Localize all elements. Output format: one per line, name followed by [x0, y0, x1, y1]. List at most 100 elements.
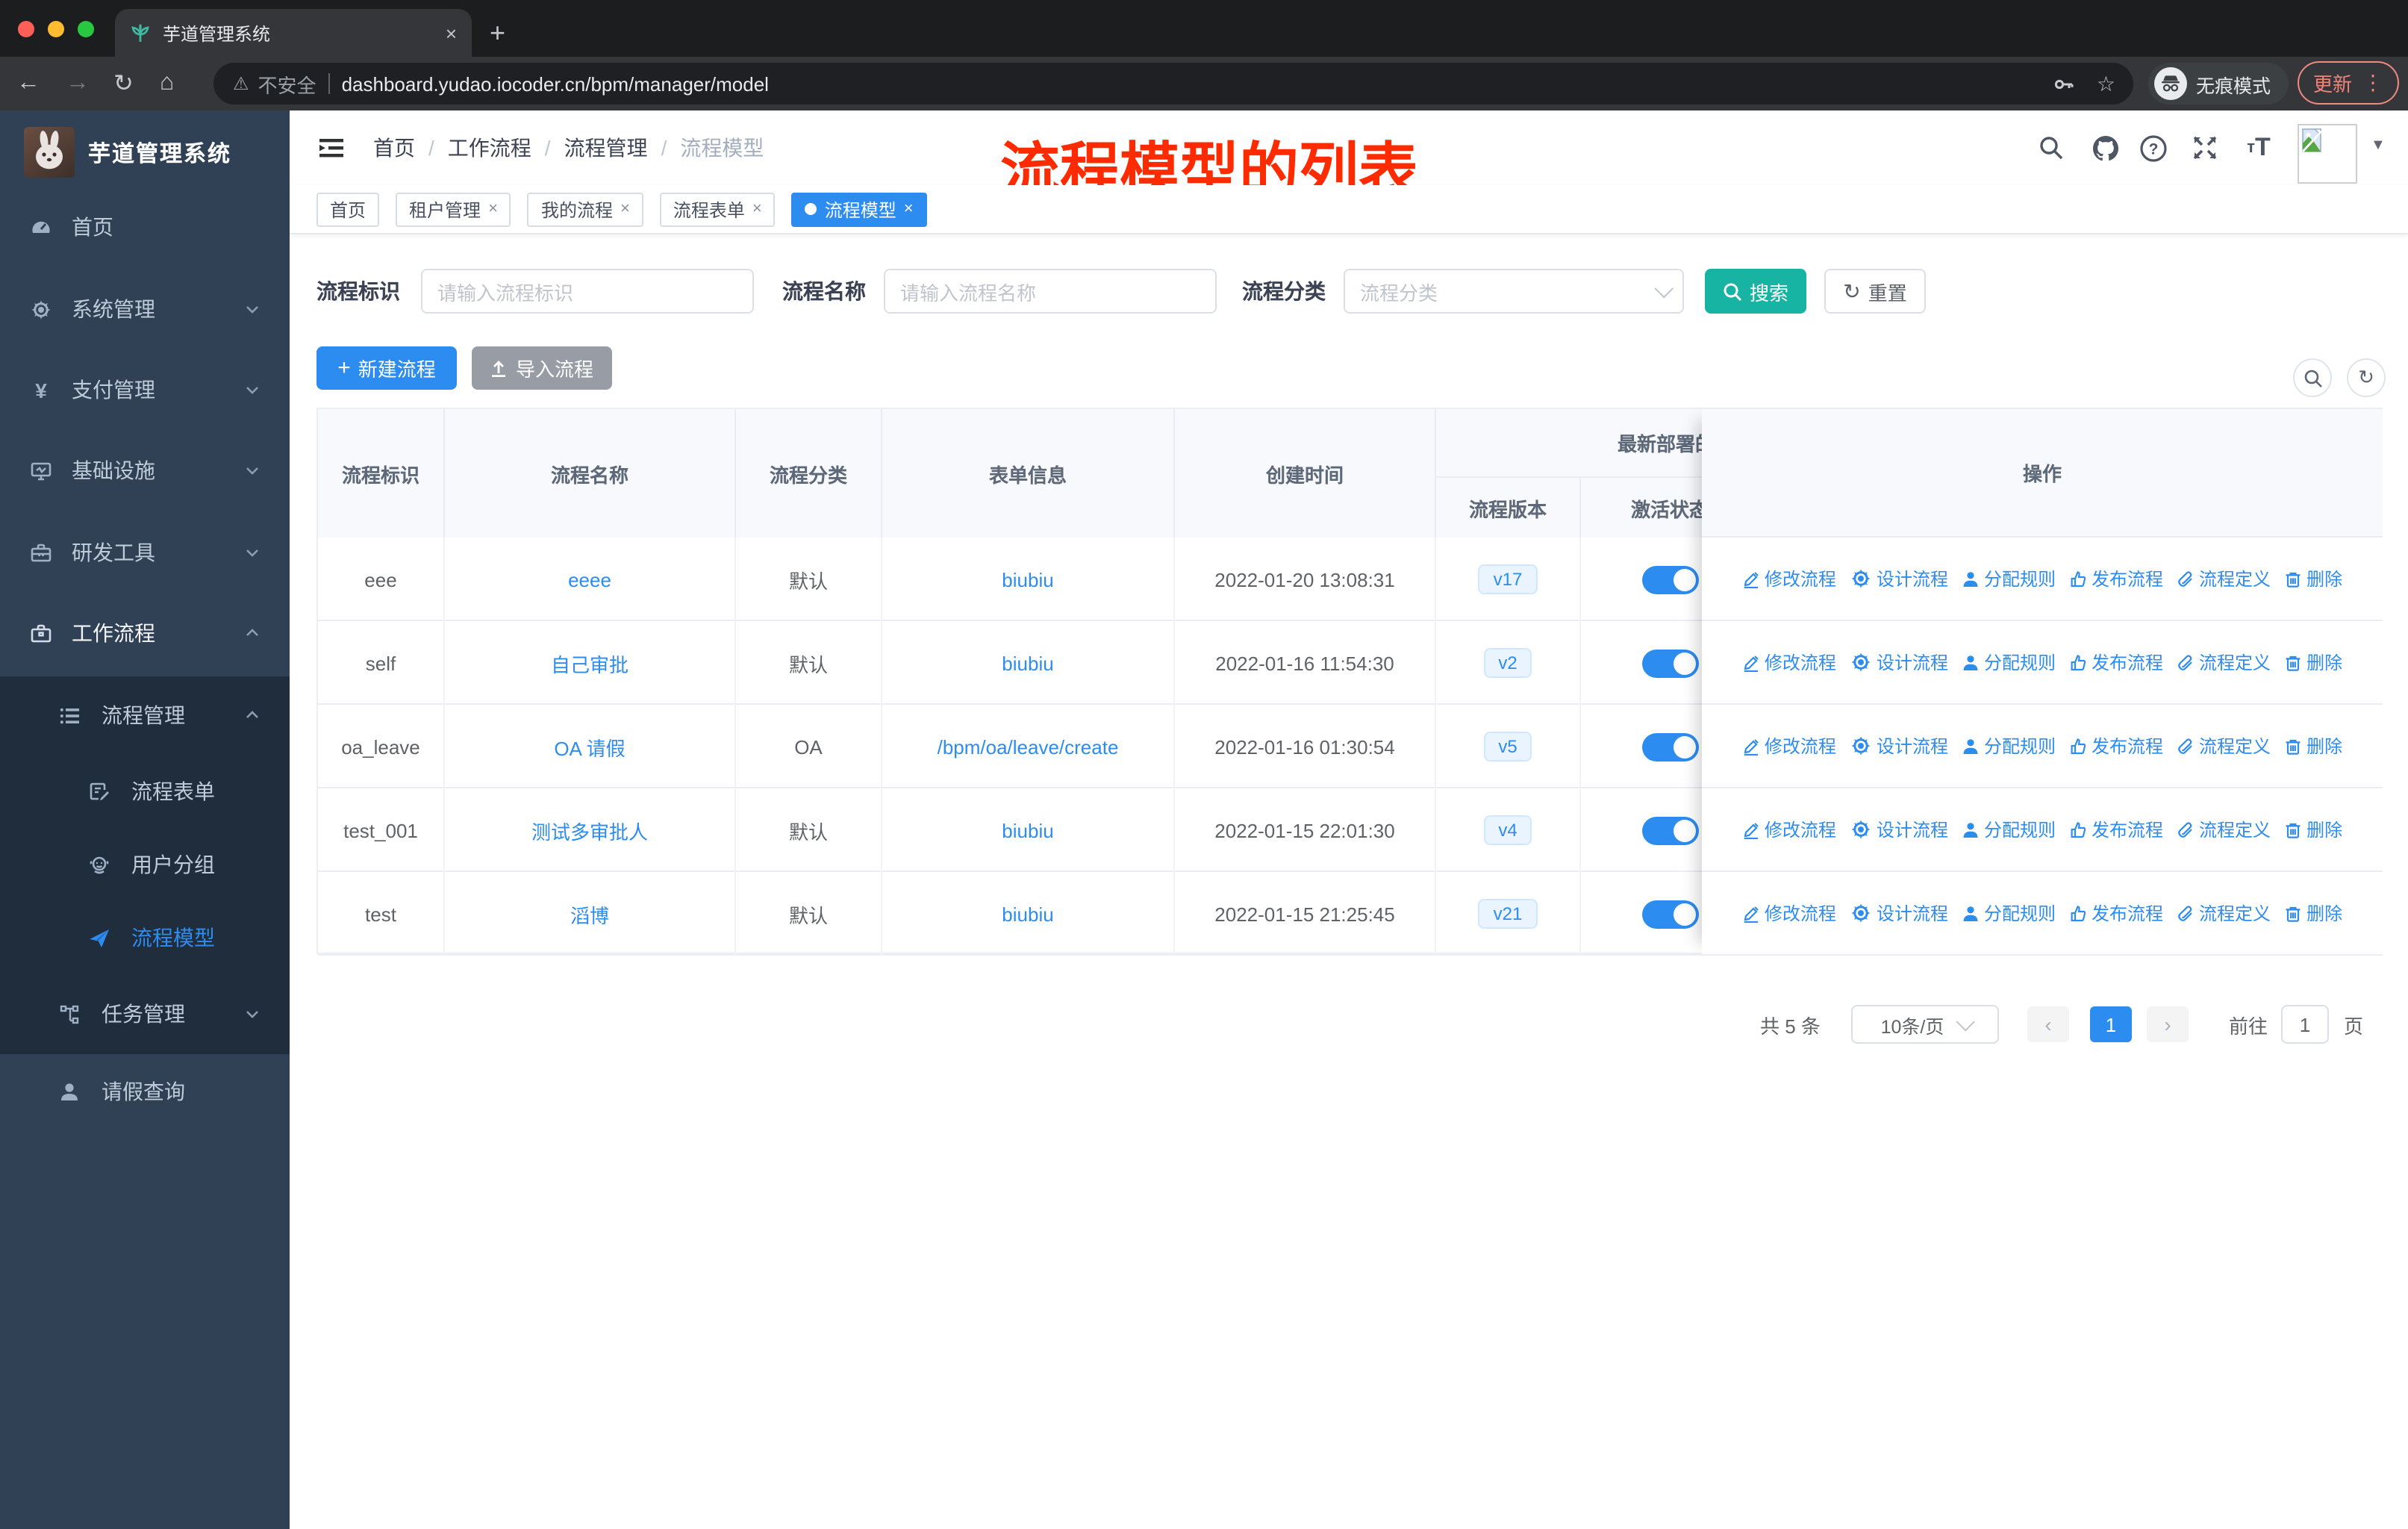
- fullscreen-icon[interactable]: [2189, 131, 2221, 164]
- sidebar-item-工作流程[interactable]: 工作流程: [0, 612, 290, 654]
- process-name-link[interactable]: 滔博: [570, 900, 609, 928]
- zoom-window-button[interactable]: [78, 21, 94, 37]
- help-icon[interactable]: ?: [2136, 131, 2169, 164]
- action-修改流程[interactable]: 修改流程: [1742, 900, 1836, 926]
- create-process-button[interactable]: + 新建流程: [316, 346, 457, 390]
- process-name-link[interactable]: 自己审批: [551, 649, 628, 677]
- active-toggle[interactable]: [1642, 732, 1699, 761]
- sidebar-item-系统管理[interactable]: 系统管理: [0, 288, 290, 330]
- action-设计流程[interactable]: 设计流程: [1850, 566, 1948, 591]
- back-icon[interactable]: ←: [16, 70, 40, 97]
- action-设计流程[interactable]: 设计流程: [1850, 650, 1948, 675]
- prev-page-button[interactable]: ‹: [2027, 1006, 2069, 1042]
- text-size-icon[interactable]: тT: [2242, 131, 2275, 164]
- bookmark-star-icon[interactable]: ☆: [2097, 71, 2115, 96]
- process-name-link[interactable]: eeee: [568, 568, 611, 591]
- sidebar-item-首页[interactable]: 首页: [0, 206, 290, 248]
- action-流程定义[interactable]: 流程定义: [2177, 566, 2271, 591]
- cell-form-link[interactable]: /bpm/oa/leave/create: [882, 705, 1175, 788]
- action-删除[interactable]: 删除: [2284, 566, 2342, 591]
- cell-process-name-link[interactable]: 测试多审批人: [445, 788, 736, 872]
- filter-input-name[interactable]: 请输入流程名称: [884, 269, 1217, 314]
- action-设计流程[interactable]: 设计流程: [1850, 733, 1948, 759]
- action-流程定义[interactable]: 流程定义: [2177, 817, 2271, 842]
- action-发布流程[interactable]: 发布流程: [2069, 900, 2163, 926]
- table-refresh-icon[interactable]: ↻: [2347, 358, 2386, 397]
- action-分配规则[interactable]: 分配规则: [1962, 900, 2056, 926]
- tag-租户管理[interactable]: 租户管理 ×: [396, 192, 511, 226]
- sidebar-item-流程表单[interactable]: 流程表单: [0, 770, 290, 812]
- new-tab-button[interactable]: +: [490, 15, 505, 51]
- sidebar-item-请假查询[interactable]: 请假查询: [0, 1071, 290, 1112]
- breadcrumb-home[interactable]: 首页: [373, 133, 415, 163]
- action-分配规则[interactable]: 分配规则: [1962, 650, 2056, 675]
- process-name-link[interactable]: OA 请假: [554, 732, 625, 761]
- action-分配规则[interactable]: 分配规则: [1962, 566, 2056, 591]
- action-设计流程[interactable]: 设计流程: [1850, 817, 1948, 842]
- sidebar-item-支付管理[interactable]: ¥ 支付管理: [0, 369, 290, 411]
- process-name-link[interactable]: 测试多审批人: [531, 816, 648, 844]
- avatar[interactable]: [2298, 124, 2357, 184]
- reload-icon[interactable]: ↻: [113, 69, 134, 99]
- update-label[interactable]: 更新: [2313, 69, 2352, 97]
- collapse-sidebar-icon[interactable]: [316, 133, 346, 163]
- filter-input-key[interactable]: 请输入流程标识: [421, 269, 754, 314]
- sidebar-item-研发工具[interactable]: 研发工具: [0, 532, 290, 573]
- cell-form-link[interactable]: biubiu: [882, 621, 1175, 705]
- url-text[interactable]: dashboard.yudao.iocoder.cn/bpm/manager/m…: [342, 72, 769, 95]
- update-button[interactable]: 更新 ⋮: [2298, 61, 2399, 105]
- sidebar-item-流程模型[interactable]: 流程模型: [0, 917, 290, 959]
- action-分配规则[interactable]: 分配规则: [1962, 817, 2056, 842]
- logo[interactable]: 芋道管理系统: [24, 127, 231, 178]
- active-toggle[interactable]: [1642, 900, 1699, 928]
- action-删除[interactable]: 删除: [2284, 733, 2342, 759]
- cell-form-link[interactable]: biubiu: [882, 538, 1175, 621]
- close-window-button[interactable]: [18, 21, 34, 37]
- form-info-link[interactable]: biubiu: [1002, 568, 1053, 591]
- action-流程定义[interactable]: 流程定义: [2177, 900, 2271, 926]
- tab-close-icon[interactable]: ×: [446, 22, 457, 44]
- current-page[interactable]: 1: [2090, 1006, 2132, 1042]
- form-info-link[interactable]: biubiu: [1002, 903, 1053, 925]
- sidebar-item-基础设施[interactable]: 基础设施: [0, 449, 290, 491]
- form-info-link[interactable]: biubiu: [1002, 652, 1053, 674]
- breadcrumb-process-mgmt[interactable]: 流程管理: [564, 133, 648, 163]
- tag-close-icon[interactable]: ×: [488, 200, 498, 218]
- next-page-button[interactable]: ›: [2147, 1006, 2189, 1042]
- url-bar[interactable]: ⚠ 不安全 dashboard.yudao.iocoder.cn/bpm/man…: [213, 63, 2133, 105]
- tag-首页[interactable]: 首页: [316, 192, 380, 226]
- cell-process-name-link[interactable]: 滔博: [445, 872, 736, 956]
- action-修改流程[interactable]: 修改流程: [1742, 817, 1836, 842]
- search-icon[interactable]: [2035, 131, 2068, 164]
- form-info-link[interactable]: /bpm/oa/leave/create: [938, 735, 1119, 758]
- home-icon[interactable]: ⌂: [160, 70, 174, 97]
- action-删除[interactable]: 删除: [2284, 650, 2342, 675]
- tag-流程模型[interactable]: 流程模型 ×: [791, 192, 927, 226]
- form-info-link[interactable]: biubiu: [1002, 819, 1053, 841]
- action-流程定义[interactable]: 流程定义: [2177, 733, 2271, 759]
- tag-close-icon[interactable]: ×: [620, 200, 630, 218]
- active-toggle[interactable]: [1642, 649, 1699, 677]
- action-发布流程[interactable]: 发布流程: [2069, 733, 2163, 759]
- browser-tab[interactable]: 芋道管理系统 ×: [115, 9, 472, 57]
- action-发布流程[interactable]: 发布流程: [2069, 817, 2163, 842]
- active-toggle[interactable]: [1642, 816, 1699, 844]
- active-toggle[interactable]: [1642, 565, 1699, 594]
- cell-form-link[interactable]: biubiu: [882, 788, 1175, 872]
- action-设计流程[interactable]: 设计流程: [1850, 900, 1948, 926]
- filter-select-category[interactable]: 流程分类: [1344, 269, 1684, 314]
- action-发布流程[interactable]: 发布流程: [2069, 650, 2163, 675]
- minimize-window-button[interactable]: [48, 21, 64, 37]
- cell-process-name-link[interactable]: 自己审批: [445, 621, 736, 705]
- key-icon[interactable]: [2053, 72, 2076, 95]
- goto-page-input[interactable]: 1: [2281, 1005, 2329, 1044]
- action-修改流程[interactable]: 修改流程: [1742, 650, 1836, 675]
- github-icon[interactable]: [2089, 131, 2121, 164]
- action-发布流程[interactable]: 发布流程: [2069, 566, 2163, 591]
- sidebar-item-流程管理[interactable]: 流程管理: [0, 694, 290, 736]
- search-button[interactable]: 搜索: [1705, 269, 1806, 314]
- browser-menu-dots-icon[interactable]: ⋮: [2362, 70, 2383, 96]
- action-修改流程[interactable]: 修改流程: [1742, 733, 1836, 759]
- avatar-caret-icon[interactable]: ▼: [2371, 137, 2386, 154]
- action-流程定义[interactable]: 流程定义: [2177, 650, 2271, 675]
